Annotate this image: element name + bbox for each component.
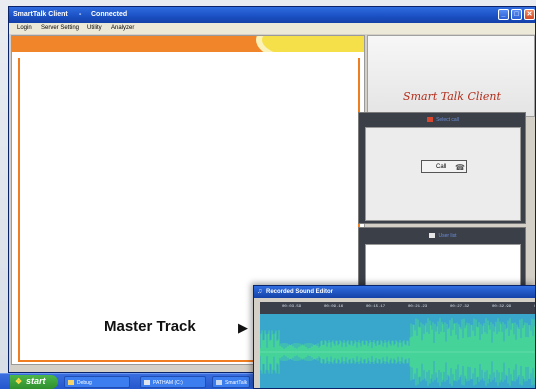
call-button[interactable]: Call ☎ [421,160,467,173]
minimize-button[interactable]: _ [498,9,509,20]
menu-item-server-setting[interactable]: Server Setting [41,25,79,31]
master-track[interactable] [260,314,535,388]
menu-bar: Login Server Setting Utility Analyzer [9,23,535,34]
ruler-tick-label: 00:09.16 [324,305,344,309]
user-list-icon [429,233,436,239]
taskbar-item-label: PATHAM (C:) [153,380,183,386]
windows-flag-icon: ❖ [15,377,23,386]
brand-panel: Smart Talk Client [367,35,535,117]
ruler-tick-label: 00:27.32 [450,305,470,309]
red-phone-icon [427,117,434,123]
recorded-sound-editor-window: ♫ Recorded Sound Editor 00:03.59 00:09.16… [253,285,536,389]
call-panel-header: Select call [359,117,527,125]
timeline-ruler[interactable]: 00:03.59 00:09.16 00:15.17 00:21.23 00:27.32… [260,302,535,314]
taskbar-item-smarttalk[interactable]: SmartTalk [212,376,250,388]
ruler-tick-label: 00:32.99 [492,305,512,309]
menu-item-analyzer[interactable]: Analyzer [111,25,134,31]
call-panel-title: Select call [436,117,459,123]
call-panel: Select call Call ☎ [358,112,526,224]
taskbar-item-drive[interactable]: PATHAM (C:) [140,376,206,388]
maximize-button[interactable]: □ [511,9,522,20]
ruler-tick-label: 00:15.17 [366,305,386,309]
call-panel-body [365,127,521,221]
header-banner [12,36,364,58]
ruler-tick-label: 00:03.59 [282,305,302,309]
close-button[interactable]: ✕ [524,9,535,20]
callout-arrow-icon: ▶ [238,320,248,335]
user-list-header: User list [359,233,527,239]
brand-logo-text: Smart Talk Client [403,90,501,103]
app-title: SmartTalk Client [13,11,68,18]
start-button[interactable]: ❖ start [10,375,58,389]
user-list-title: User list [438,233,457,239]
waveform-graphic [260,318,535,386]
taskbar-item-debug[interactable]: Debug [64,376,130,388]
title-separator: - [79,11,82,18]
drive-icon [144,380,150,385]
start-label: start [26,376,46,386]
sound-note-icon: ♫ [257,288,263,295]
connection-status: Connected [91,11,128,18]
taskbar-item-label: Debug [77,380,92,386]
taskbar-item-label: SmartTalk [225,380,248,386]
phone-handset-icon: ☎ [455,163,465,172]
main-titlebar[interactable]: SmartTalk Client - Connected _ □ ✕ [9,7,535,23]
callout-label: Master Track [104,318,196,335]
ruler-tick-label: 00:21.23 [408,305,428,309]
call-button-label: Call [436,164,447,170]
menu-item-utility[interactable]: Utility [87,25,102,31]
screenshot-stage: SmartTalk Client - Connected _ □ ✕ Login… [0,0,536,389]
app-window-icon [216,380,222,385]
folder-icon [68,380,74,385]
sound-editor-title: Recorded Sound Editor [266,289,334,295]
sound-editor-titlebar[interactable]: ♫ Recorded Sound Editor [254,286,535,298]
menu-item-login[interactable]: Login [17,25,32,31]
